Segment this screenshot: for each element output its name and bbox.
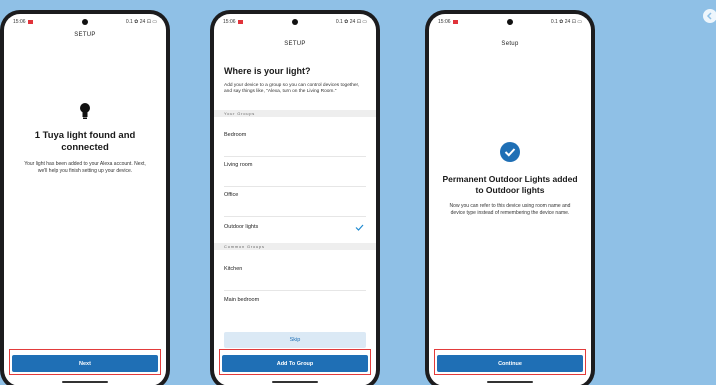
group-item-outdoor-lights[interactable]: Outdoor lights [224,224,366,230]
checkmark-icon [355,224,364,231]
continue-button-highlight: Continue [434,348,586,375]
status-time: 15:06 [223,19,236,25]
divider [224,156,366,157]
status-icons: 0.1 ✿ 24 ⊡ ▭ [335,19,367,25]
group-description: Add your device to a group so you can co… [224,83,360,95]
added-description: Now you can refer to this device using r… [449,203,571,216]
divider [224,186,366,187]
notification-icon [237,20,243,24]
status-time: 15:06 [438,19,451,25]
group-item-office[interactable]: Office [224,192,366,198]
divider [224,216,366,217]
page-title: SETUP [74,32,96,38]
home-indicator [272,381,318,383]
group-item-living-room[interactable]: Living room [224,162,366,168]
screen-added-confirmation: 15:06 0.1 ✿ 24 ⊡ ▭ Setup Permanent Outdo… [429,14,591,385]
notification-icon [27,20,33,24]
next-button-highlight: Next [9,348,161,375]
continue-button[interactable]: Continue [437,355,583,372]
phone-3: 15:06 0.1 ✿ 24 ⊡ ▭ Setup Permanent Outdo… [425,10,595,385]
home-indicator [62,381,108,383]
add-to-group-button-highlight: Add To Group [219,348,371,375]
your-groups-header: Your Groups [214,110,376,117]
screen-setup-found: 15:06 0.1 ✿ 24 ⊡ ▭ SETUP 1 Tuya light fo… [4,14,166,385]
success-check-icon [500,142,520,162]
notification-icon [452,20,458,24]
found-description: Your light has been added to your Alexa … [24,161,146,174]
group-heading: Where is your light? [224,66,311,76]
status-time: 15:06 [13,19,26,25]
added-heading: Permanent Outdoor Lights added to Outdoo… [442,174,578,195]
found-heading: 1 Tuya light found and connected [34,130,136,153]
back-arrow-icon[interactable] [700,8,716,24]
camera-icon [292,19,298,25]
page-title: SETUP [284,41,306,47]
add-to-group-button[interactable]: Add To Group [222,355,368,372]
camera-icon [507,19,513,25]
page-title: Setup [501,41,519,47]
status-icons: 0.1 ✿ 24 ⊡ ▭ [550,19,582,25]
home-indicator [487,381,533,383]
group-item-kitchen[interactable]: Kitchen [224,266,366,272]
lightbulb-icon [80,103,90,119]
common-groups-header: Common Groups [214,243,376,250]
next-button[interactable]: Next [12,355,158,372]
group-item-bedroom[interactable]: Bedroom [224,132,366,138]
screen-choose-group: 15:06 0.1 ✿ 24 ⊡ ▭ SETUP Where is your l… [214,14,376,385]
phone-1: 15:06 0.1 ✿ 24 ⊡ ▭ SETUP 1 Tuya light fo… [0,10,170,385]
status-icons: 0.1 ✿ 24 ⊡ ▭ [125,19,157,25]
divider [224,290,366,291]
camera-icon [82,19,88,25]
phone-2: 15:06 0.1 ✿ 24 ⊡ ▭ SETUP Where is your l… [210,10,380,385]
group-item-main-bedroom[interactable]: Main bedroom [224,297,366,303]
skip-button[interactable]: Skip [224,332,366,348]
